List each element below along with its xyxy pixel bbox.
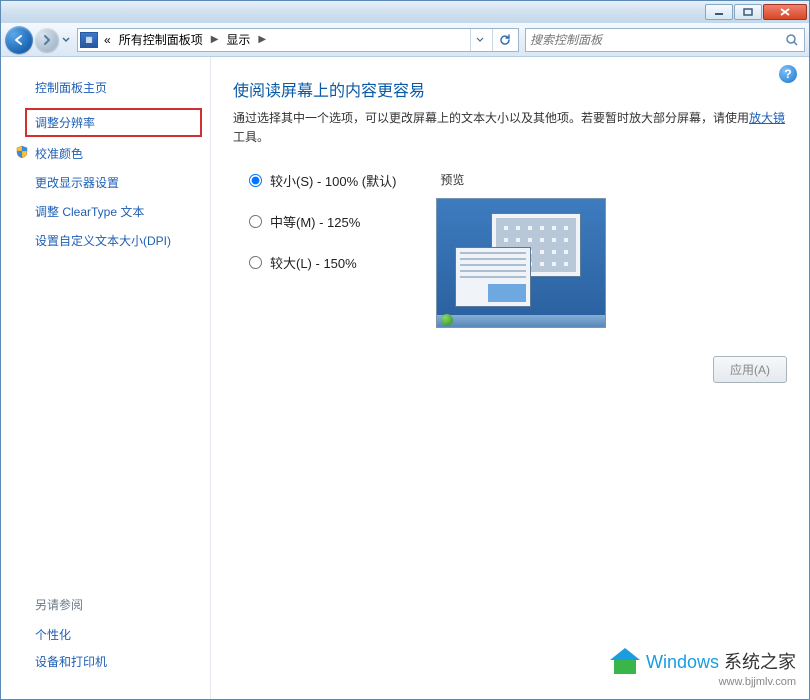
preview-taskbar-icon — [437, 315, 605, 327]
main-content: ? 使阅读屏幕上的内容更容易 通过选择其中一个选项，可以更改屏幕上的文本大小以及… — [211, 57, 809, 699]
sidebar-link-label: 校准颜色 — [35, 145, 83, 162]
radio-input[interactable] — [249, 174, 262, 187]
breadcrumb-item[interactable]: 显示 — [224, 31, 252, 48]
refresh-button[interactable] — [492, 29, 516, 51]
see-also-personalization[interactable]: 个性化 — [35, 621, 210, 648]
minimize-button[interactable] — [705, 4, 733, 20]
see-also-heading: 另请参阅 — [35, 596, 210, 621]
preview-label: 预览 — [436, 171, 606, 188]
search-icon[interactable] — [784, 32, 800, 48]
sidebar-link-calibrate-color[interactable]: 校准颜色 — [1, 139, 210, 168]
sidebar-link-display-settings[interactable]: 更改显示器设置 — [1, 168, 210, 197]
radio-label: 中等(M) - 125% — [270, 212, 360, 231]
preview-window-icon — [455, 247, 531, 307]
page-title: 使阅读屏幕上的内容更容易 — [233, 77, 787, 101]
navbar: ▦ « 所有控制面板项 ▶ 显示 ▶ — [1, 23, 809, 57]
preview-column: 预览 — [436, 171, 606, 328]
sidebar: 控制面板主页 调整分辨率 校准颜色 更改显示器设置 调整 ClearType 文… — [1, 57, 211, 699]
breadcrumb-separator-icon[interactable]: ▶ — [209, 34, 221, 45]
magnifier-link[interactable]: 放大镜 — [749, 111, 785, 125]
nav-back-button[interactable] — [5, 26, 33, 54]
sidebar-see-also: 另请参阅 个性化 设备和打印机 — [1, 584, 210, 699]
radio-label: 较小(S) - 100% (默认) — [270, 171, 396, 190]
titlebar — [1, 1, 809, 23]
search-box[interactable] — [525, 28, 805, 52]
address-dropdown-button[interactable] — [470, 29, 488, 51]
desc-text: 工具。 — [233, 130, 269, 144]
control-panel-icon: ▦ — [80, 32, 98, 48]
sidebar-home-link[interactable]: 控制面板主页 — [1, 75, 210, 106]
see-also-devices-printers[interactable]: 设备和打印机 — [35, 648, 210, 675]
nav-forward-button[interactable] — [35, 28, 59, 52]
help-button[interactable]: ? — [779, 65, 797, 83]
scale-option-large[interactable]: 较大(L) - 150% — [249, 253, 396, 272]
breadcrumb-separator-icon[interactable]: ▶ — [256, 34, 268, 45]
breadcrumb-laquo: « — [102, 33, 113, 47]
maximize-button[interactable] — [734, 4, 762, 20]
sidebar-link-label: 更改显示器设置 — [35, 174, 119, 191]
scale-option-medium[interactable]: 中等(M) - 125% — [249, 212, 396, 231]
search-input[interactable] — [530, 33, 784, 47]
sidebar-link-resolution[interactable]: 调整分辨率 — [25, 108, 202, 137]
radio-input[interactable] — [249, 215, 262, 228]
body: 控制面板主页 调整分辨率 校准颜色 更改显示器设置 调整 ClearType 文… — [1, 57, 809, 699]
nav-history-dropdown-icon[interactable] — [61, 28, 71, 52]
page-description: 通过选择其中一个选项，可以更改屏幕上的文本大小以及其他项。若要暂时放大部分屏幕，… — [233, 109, 787, 147]
preview-image — [436, 198, 606, 328]
apply-button[interactable]: 应用(A) — [713, 356, 787, 383]
window: ▦ « 所有控制面板项 ▶ 显示 ▶ 控制面板主页 — [0, 0, 810, 700]
scale-options: 较小(S) - 100% (默认) 中等(M) - 125% 较大(L) - 1… — [233, 171, 396, 328]
sidebar-link-label: 设置自定义文本大小(DPI) — [35, 232, 171, 249]
sidebar-link-label: 调整 ClearType 文本 — [35, 203, 144, 220]
sidebar-link-cleartype[interactable]: 调整 ClearType 文本 — [1, 197, 210, 226]
radio-input[interactable] — [249, 256, 262, 269]
scale-option-small[interactable]: 较小(S) - 100% (默认) — [249, 171, 396, 190]
close-button[interactable] — [763, 4, 807, 20]
sidebar-link-label: 调整分辨率 — [35, 114, 95, 131]
sidebar-link-custom-dpi[interactable]: 设置自定义文本大小(DPI) — [1, 226, 210, 255]
address-bar[interactable]: ▦ « 所有控制面板项 ▶ 显示 ▶ — [77, 28, 519, 52]
shield-icon — [15, 145, 29, 162]
radio-label: 较大(L) - 150% — [270, 253, 357, 272]
breadcrumb-item[interactable]: 所有控制面板项 — [117, 31, 205, 48]
desc-text: 通过选择其中一个选项，可以更改屏幕上的文本大小以及其他项。若要暂时放大部分屏幕，… — [233, 111, 749, 125]
